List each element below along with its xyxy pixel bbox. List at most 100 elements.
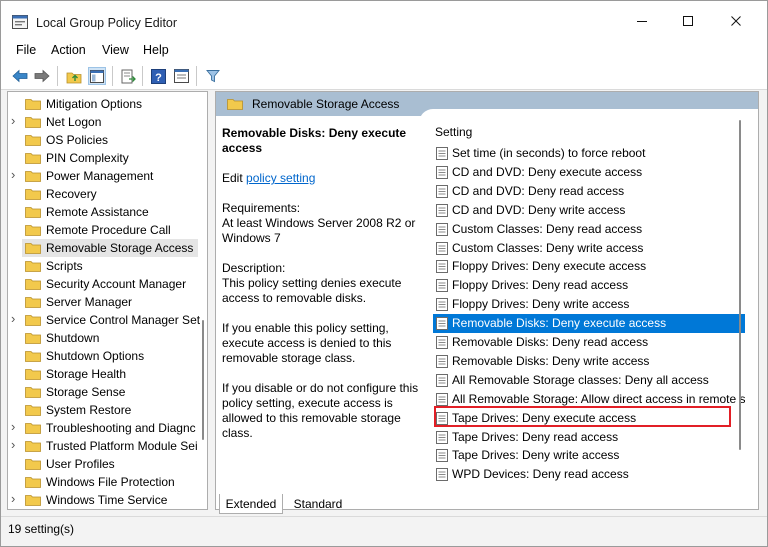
setting-row[interactable]: Custom Classes: Deny write access [433, 239, 745, 258]
folder-icon [25, 153, 41, 164]
tab-extended[interactable]: Extended [219, 494, 283, 514]
setting-label: Custom Classes: Deny write access [452, 240, 644, 255]
setting-row[interactable]: CD and DVD: Deny write access [433, 201, 745, 220]
edit-policy-setting-link[interactable]: policy setting [246, 171, 315, 185]
setting-row-selected[interactable]: Removable Disks: Deny execute access [433, 314, 745, 334]
show-hide-tree-button[interactable] [88, 67, 106, 85]
filter-button[interactable] [204, 67, 222, 85]
tree-item[interactable]: › Power Management [8, 167, 203, 185]
setting-column-header[interactable]: Setting [435, 125, 472, 139]
tree-item-label: Security Account Manager [46, 277, 187, 291]
setting-label: Tape Drives: Deny write access [452, 448, 620, 463]
setting-label: Removable Disks: Deny read access [452, 335, 649, 349]
tree-item[interactable]: Shutdown Options [8, 347, 203, 365]
folder-icon [25, 171, 41, 182]
toolbar: ? [1, 61, 767, 90]
tab-standard[interactable]: Standard [287, 494, 349, 514]
folder-icon [25, 315, 41, 326]
policy-setting-icon [436, 430, 448, 444]
setting-label: All Removable Storage classes: Deny all … [452, 372, 709, 387]
tree-item[interactable]: Storage Sense [8, 383, 203, 401]
properties-pane-button[interactable] [172, 67, 190, 85]
up-one-level-button[interactable] [65, 67, 83, 85]
expand-chevron-icon[interactable]: › [11, 167, 15, 182]
tree-item[interactable]: System Restore [8, 401, 203, 419]
expand-chevron-icon[interactable]: › [11, 437, 15, 452]
setting-row[interactable]: Floppy Drives: Deny read access [433, 276, 745, 295]
tree-item[interactable]: Windows File Protection [8, 473, 203, 491]
setting-row[interactable]: All Removable Storage classes: Deny all … [433, 371, 745, 390]
folder-icon [227, 99, 243, 110]
policy-setting-icon [436, 165, 448, 179]
setting-row[interactable]: Tape Drives: Deny read access [433, 428, 745, 447]
forward-button[interactable] [33, 67, 51, 85]
setting-row[interactable]: Removable Disks: Deny write access [433, 352, 745, 371]
setting-label: Tape Drives: Deny read access [452, 429, 619, 444]
folder-icon [25, 207, 41, 218]
setting-row[interactable]: Custom Classes: Deny read access [433, 220, 745, 239]
tree-item[interactable]: Recovery [8, 185, 203, 203]
expand-chevron-icon[interactable]: › [11, 311, 15, 326]
minimize-button[interactable] [619, 1, 665, 41]
title-bar[interactable]: Local Group Policy Editor [1, 1, 767, 41]
back-button[interactable] [11, 67, 29, 85]
expand-chevron-icon[interactable]: › [11, 491, 15, 506]
setting-row[interactable]: Tape Drives: Deny write access [433, 446, 745, 465]
tree-item[interactable]: Security Account Manager [8, 275, 203, 293]
settings-list[interactable]: Setting Set time (in seconds) to force r… [419, 109, 758, 489]
tree-item[interactable]: Storage Health [8, 365, 203, 383]
tree-item-label: OS Policies [46, 133, 109, 147]
tree-item[interactable]: › Troubleshooting and Diagnc [8, 419, 203, 437]
selection-highlight-annotation [434, 406, 731, 427]
folder-icon [25, 279, 41, 290]
menu-action[interactable]: Action [51, 43, 86, 57]
tree-item[interactable]: Shutdown [8, 329, 203, 347]
setting-row[interactable]: CD and DVD: Deny read access [433, 182, 745, 201]
menu-file[interactable]: File [16, 43, 36, 57]
menu-help[interactable]: Help [143, 43, 169, 57]
toolbar-separator [196, 66, 197, 86]
tree-item[interactable]: Removable Storage Access [22, 239, 198, 257]
setting-row[interactable]: Removable Disks: Deny read access [433, 333, 745, 352]
setting-row[interactable]: Floppy Drives: Deny write access [433, 295, 745, 314]
extended-description: Removable Disks: Deny execute access Edi… [222, 126, 426, 441]
tree-item[interactable]: OS Policies [8, 131, 203, 149]
expand-chevron-icon[interactable]: › [11, 419, 15, 434]
tree-item[interactable]: User Profiles [8, 455, 203, 473]
setting-row[interactable]: CD and DVD: Deny execute access [433, 163, 745, 182]
navigation-tree[interactable]: Mitigation Options › Net Logon OS Policies P… [7, 91, 208, 510]
expand-chevron-icon[interactable]: › [11, 113, 15, 128]
folder-icon [25, 459, 41, 470]
setting-row[interactable]: Set time (in seconds) to force reboot [433, 144, 745, 163]
tree-item[interactable]: PIN Complexity [8, 149, 203, 167]
svg-text:?: ? [155, 72, 162, 84]
settings-scrollbar-thumb[interactable] [739, 120, 741, 450]
help-icon: ? [150, 68, 166, 84]
setting-row[interactable]: WPD Devices: Deny read access [433, 465, 745, 484]
enable-explanation: If you enable this policy setting, execu… [222, 321, 392, 365]
tree-item[interactable]: Scripts [8, 257, 203, 275]
folder-icon [25, 477, 41, 488]
maximize-button[interactable] [665, 1, 711, 41]
setting-label: WPD Devices: Deny read access [452, 467, 629, 482]
menu-view[interactable]: View [102, 43, 129, 57]
tree-item[interactable]: Mitigation Options [8, 95, 203, 113]
tree-item[interactable]: Remote Assistance [8, 203, 203, 221]
tree-item-label: Trusted Platform Module Sei [46, 439, 198, 453]
tree-item[interactable]: › Windows Time Service [8, 491, 203, 509]
close-button[interactable] [713, 1, 759, 41]
tree-item[interactable]: Server Manager [8, 293, 203, 311]
folder-icon [25, 189, 41, 200]
tree-item[interactable]: › Trusted Platform Module Sei [8, 437, 203, 455]
help-button[interactable]: ? [149, 67, 167, 85]
tree-item[interactable]: › Service Control Manager Set [8, 311, 203, 329]
tree-scrollbar-thumb[interactable] [202, 320, 204, 440]
setting-row[interactable]: Floppy Drives: Deny execute access [433, 257, 745, 276]
back-arrow-icon [12, 69, 28, 83]
tree-item[interactable]: › Net Logon [8, 113, 203, 131]
export-list-button[interactable] [119, 67, 137, 85]
tree-item[interactable]: Remote Procedure Call [8, 221, 203, 239]
tree-item-label: Net Logon [46, 115, 102, 129]
policy-setting-icon [436, 317, 448, 331]
setting-label: Floppy Drives: Deny execute access [452, 259, 647, 274]
